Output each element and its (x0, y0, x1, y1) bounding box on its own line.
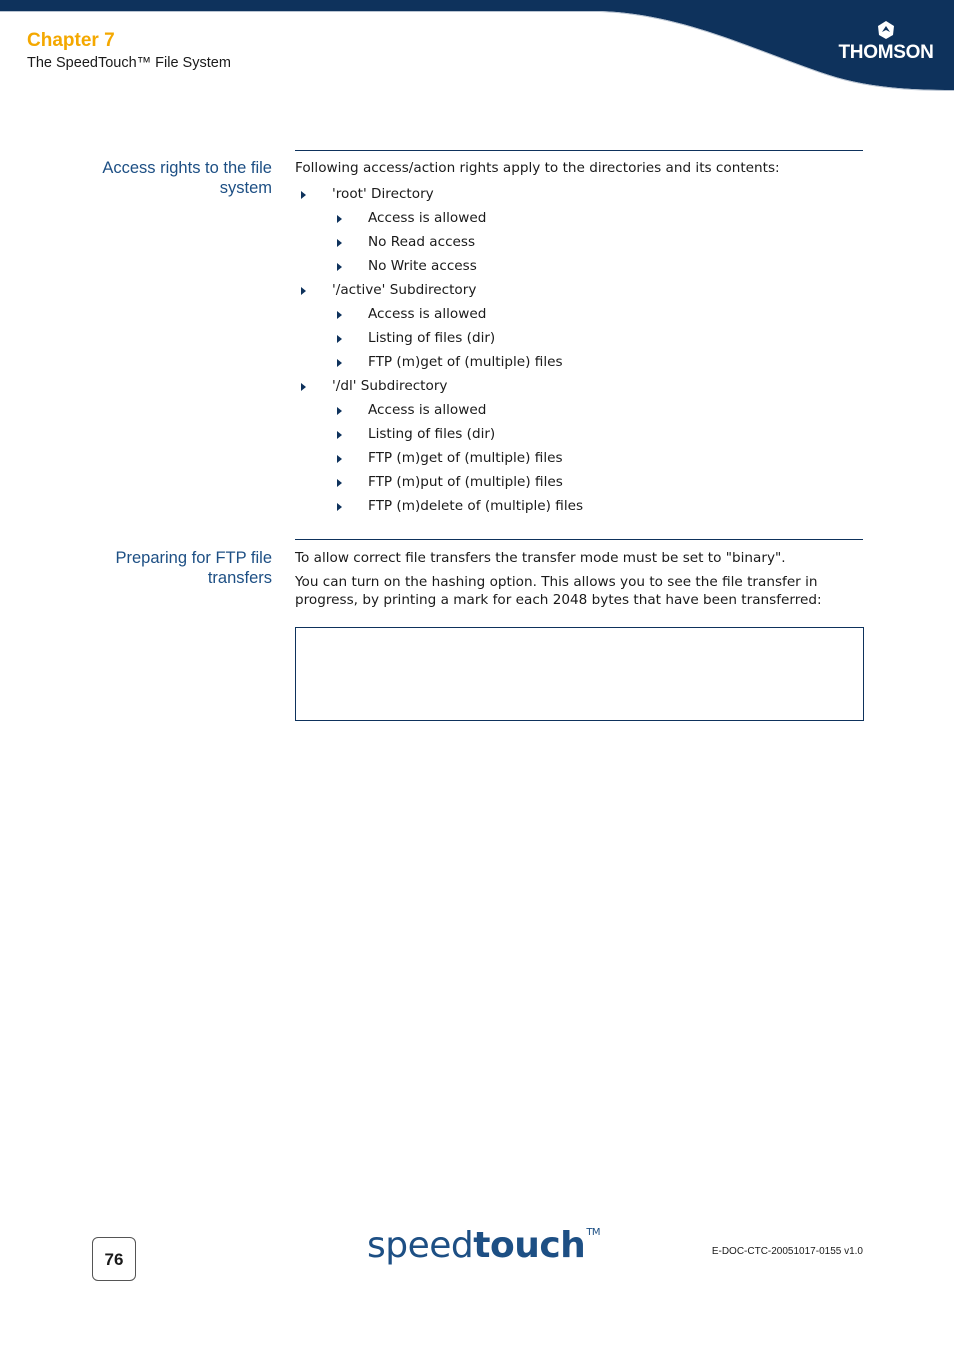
section-intro: Following access/action rights apply to … (295, 160, 780, 176)
bullet-arrow-icon (337, 215, 342, 223)
bullet-arrow-icon (337, 263, 342, 271)
bullet-arrow-icon (337, 311, 342, 319)
paragraph: You can turn on the hashing option. This… (295, 574, 822, 608)
list-item-text: '/active' Subdirectory (332, 282, 477, 298)
list-item-directory: '/dl' Subdirectory (295, 374, 583, 398)
list-item-right: No Write access (295, 254, 583, 278)
paragraph: To allow correct file transfers the tran… (295, 550, 786, 566)
list-item-right: Listing of files (dir) (295, 422, 583, 446)
section-heading: Access rights to the file system (102, 159, 272, 197)
list-item-text: FTP (m)get of (multiple) files (368, 354, 563, 370)
list-item-text: Access is allowed (368, 402, 487, 418)
list-item-right: Access is allowed (295, 398, 583, 422)
header-band (0, 0, 954, 91)
logo-trademark: TM (586, 1227, 601, 1238)
thomson-logo: THOMSON (838, 20, 934, 64)
logo-bold-text: touch (473, 1225, 586, 1266)
chapter-subtitle: The SpeedTouch™ File System (27, 55, 231, 71)
list-item-right: FTP (m)put of (multiple) files (295, 470, 583, 494)
list-item-text: '/dl' Subdirectory (332, 378, 448, 394)
list-item-text: FTP (m)put of (multiple) files (368, 474, 563, 490)
section-heading: Preparing for FTP file transfers (115, 549, 272, 587)
bullet-arrow-icon (301, 191, 306, 199)
list-item-text: Listing of files (dir) (368, 426, 496, 442)
chapter-title: Chapter 7 (27, 30, 115, 51)
list-item-directory: '/active' Subdirectory (295, 278, 583, 302)
bullet-arrow-icon (337, 503, 342, 511)
thomson-wordmark: THOMSON (838, 42, 934, 63)
list-item-right: No Read access (295, 230, 583, 254)
list-item-directory: 'root' Directory (295, 182, 583, 206)
code-example-box (295, 627, 864, 721)
list-item-right: Access is allowed (295, 302, 583, 326)
bullet-arrow-icon (301, 287, 306, 295)
list-item-right: FTP (m)delete of (multiple) files (295, 494, 583, 518)
thomson-emblem-icon (878, 21, 894, 39)
access-rights-list: 'root' Directory Access is allowed No Read… (295, 182, 583, 518)
bullet-arrow-icon (337, 239, 342, 247)
list-item-right: Listing of files (dir) (295, 326, 583, 350)
list-item-text: No Write access (368, 258, 477, 274)
list-item-text: 'root' Directory (332, 186, 434, 202)
list-item-right: FTP (m)get of (multiple) files (295, 446, 583, 470)
list-item-text: Access is allowed (368, 306, 487, 322)
bullet-arrow-icon (337, 455, 342, 463)
bullet-arrow-icon (301, 383, 306, 391)
bullet-arrow-icon (337, 359, 342, 367)
document-id: E-DOC-CTC-20051017-0155 v1.0 (711, 1246, 863, 1257)
section-divider (295, 150, 863, 151)
bullet-arrow-icon (337, 479, 342, 487)
list-item-right: Access is allowed (295, 206, 583, 230)
logo-light-text: speed (367, 1225, 474, 1266)
section-divider (295, 539, 863, 540)
bullet-arrow-icon (337, 335, 342, 343)
list-item-right: FTP (m)get of (multiple) files (295, 350, 583, 374)
list-item-text: FTP (m)delete of (multiple) files (368, 498, 584, 514)
list-item-text: FTP (m)get of (multiple) files (368, 450, 563, 466)
page-number: 76 (92, 1237, 136, 1281)
list-item-text: No Read access (368, 234, 476, 250)
list-item-text: Listing of files (dir) (368, 330, 496, 346)
bullet-arrow-icon (337, 431, 342, 439)
bullet-arrow-icon (337, 407, 342, 415)
list-item-text: Access is allowed (368, 210, 487, 226)
speedtouch-logo: speedtouchTM (367, 1225, 601, 1266)
header-wave (0, 0, 954, 90)
